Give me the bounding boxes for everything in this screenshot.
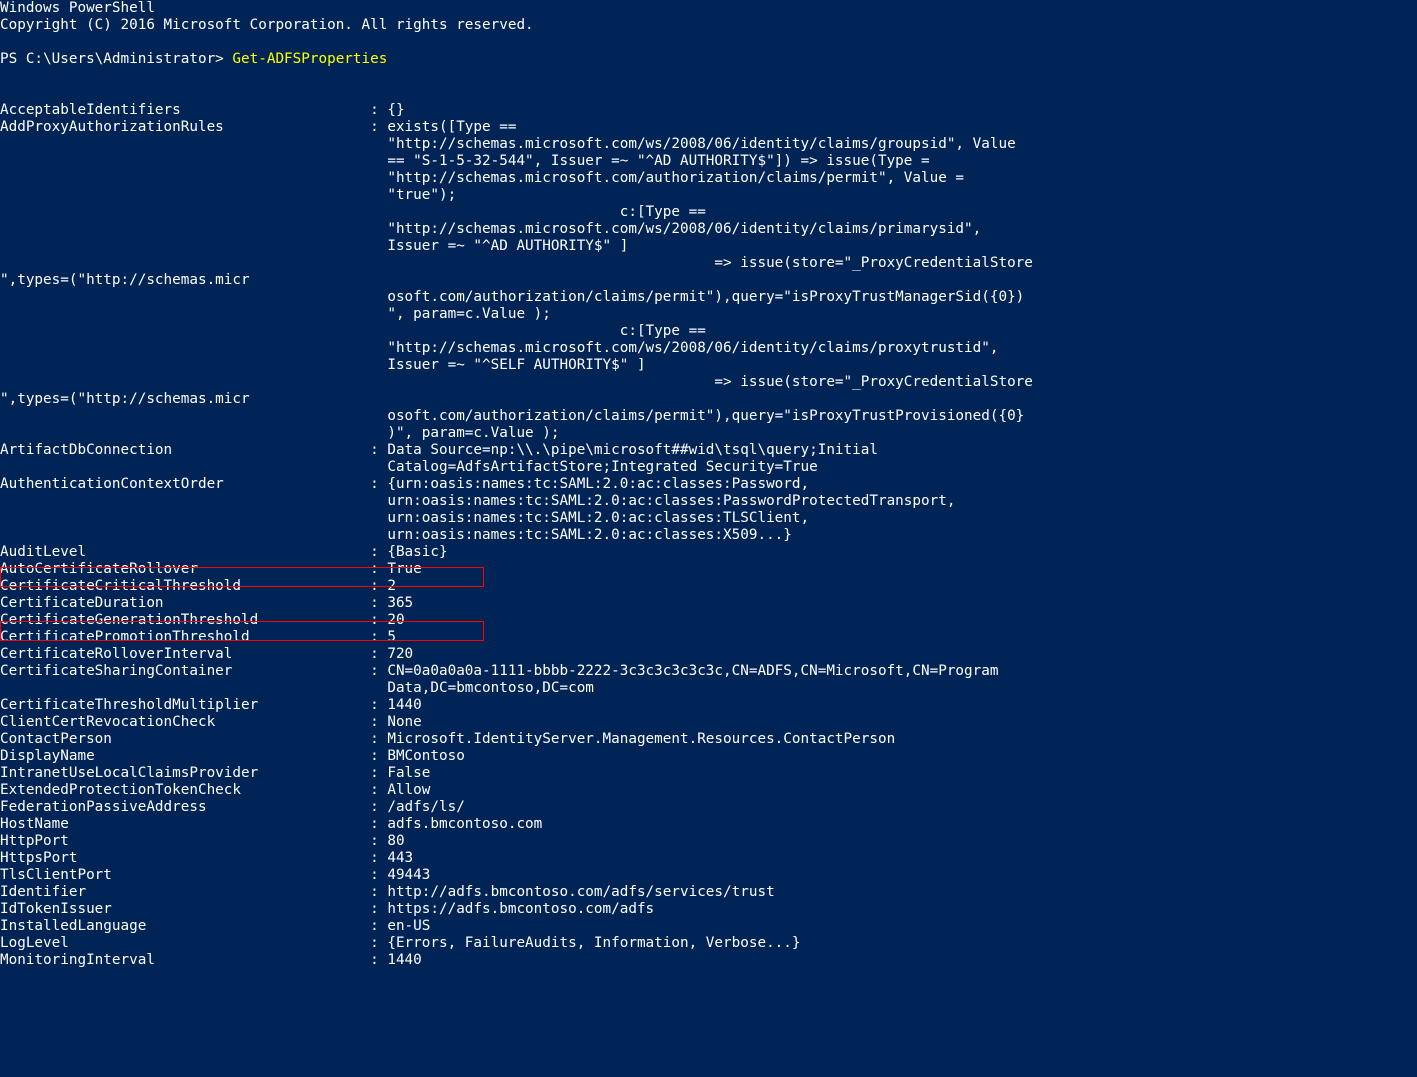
output-body: AcceptableIdentifiers : {} AddProxyAutho… xyxy=(0,102,1033,968)
prompt-command[interactable]: Get-ADFSProperties xyxy=(232,51,387,67)
terminal-output: Windows PowerShell Copyright (C) 2016 Mi… xyxy=(0,0,1417,969)
powershell-terminal[interactable]: Windows PowerShell Copyright (C) 2016 Mi… xyxy=(0,0,1417,1077)
header-copyright: Copyright (C) 2016 Microsoft Corporation… xyxy=(0,17,534,33)
prompt-prefix: PS C:\Users\Administrator> xyxy=(0,51,232,67)
header-title: Windows PowerShell xyxy=(0,0,155,16)
